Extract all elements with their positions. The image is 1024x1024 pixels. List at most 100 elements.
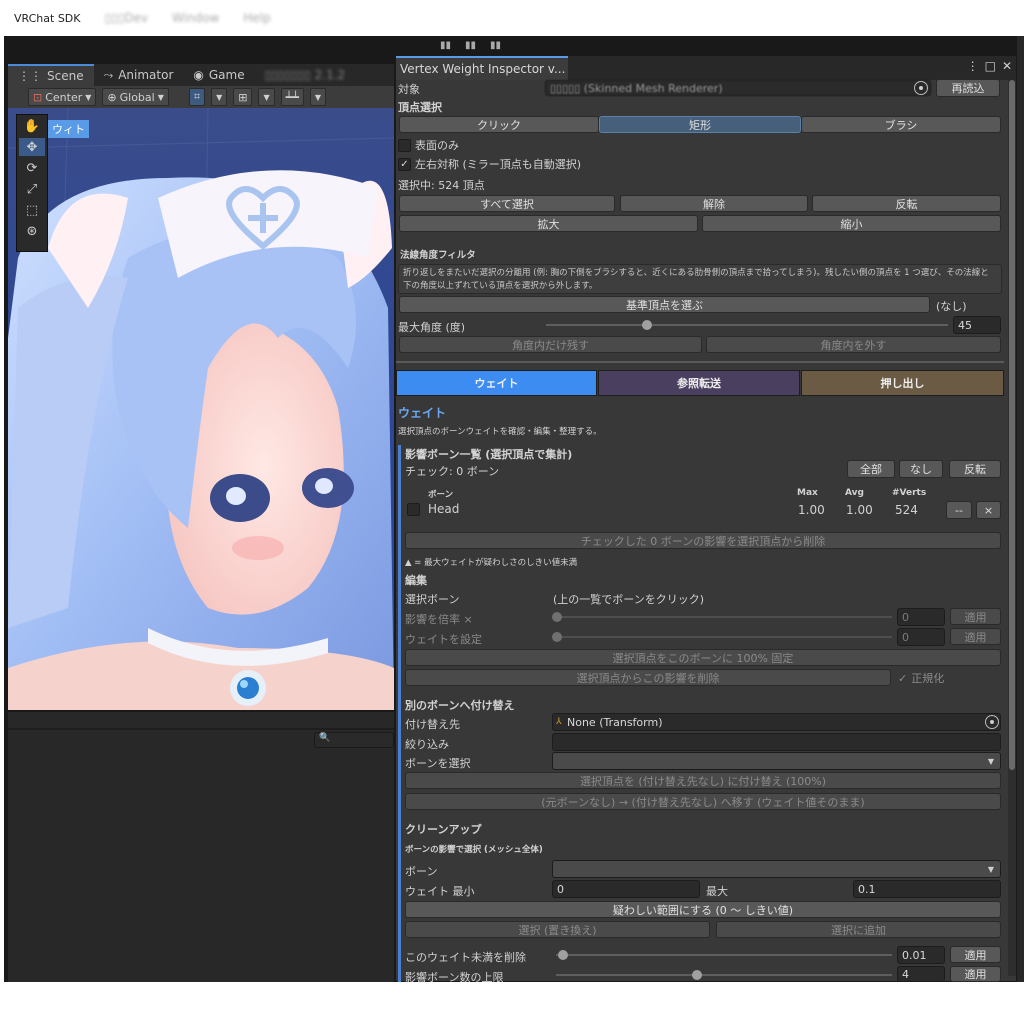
window-tab-icon-3[interactable]: ▮▮ — [490, 40, 501, 51]
tab-game[interactable]: ◉ Game — [183, 64, 254, 86]
rotate-tool-icon[interactable]: ⟳ — [19, 159, 45, 177]
normalize-check-icon[interactable]: ✓ — [898, 672, 907, 685]
weight-min-field[interactable]: 0 — [552, 880, 700, 898]
hierarchy-search-input[interactable]: 🔍 — [314, 732, 394, 748]
pick-reference-vertex-button[interactable]: 基準頂点を選ぶ — [399, 296, 930, 313]
object-picker-icon[interactable] — [914, 81, 928, 95]
grow-button[interactable]: 拡大 — [399, 215, 698, 232]
cleanup-bone-label: ボーン — [405, 865, 438, 878]
tab-reference-transfer[interactable]: 参照転送 — [598, 370, 800, 396]
move-tool-icon[interactable]: ✥ — [19, 138, 45, 156]
check-all-button[interactable]: 全部 — [847, 460, 895, 478]
scale-slider-knob[interactable] — [552, 612, 562, 622]
select-all-button[interactable]: すべて選択 — [399, 195, 615, 212]
set-weight-slider-knob[interactable] — [552, 632, 562, 642]
reassign-target-field[interactable]: ⅄ None (Transform) — [552, 713, 1001, 731]
window-tab-icon-2[interactable]: ▮▮ — [465, 40, 476, 51]
max-angle-field[interactable]: 45 — [953, 316, 1001, 334]
window-tab-icon[interactable]: ▮▮ — [440, 40, 451, 51]
tab-weight[interactable]: ウェイト — [396, 370, 597, 396]
prune-slider-knob[interactable] — [557, 950, 568, 960]
set-weight-apply-button[interactable]: 適用 — [950, 628, 1001, 645]
tab-scene[interactable]: ⋮⋮ Scene — [8, 64, 94, 86]
bone-name[interactable]: Head — [428, 502, 459, 516]
grid-snap-button[interactable]: ⌗ — [188, 88, 206, 106]
shrink-button[interactable]: 縮小 — [702, 215, 1001, 232]
ruler-dropdown[interactable]: ▼ — [309, 88, 327, 106]
tab-extrude[interactable]: 押し出し — [801, 370, 1004, 396]
keep-in-angle-button[interactable]: 角度内だけ残す — [399, 336, 702, 353]
maximize-icon[interactable]: □ — [985, 59, 996, 73]
increment-snap-button[interactable]: ⊞ — [233, 88, 253, 106]
bone-row-remove-button[interactable]: × — [976, 501, 1001, 519]
close-icon[interactable]: ✕ — [1002, 59, 1012, 73]
reassign-button[interactable]: 選択頂点を (付け替え先なし) に付け替え (100%) — [405, 772, 1001, 789]
check-invert-button[interactable]: 反転 — [949, 460, 1001, 478]
max-angle-slider[interactable] — [546, 320, 948, 330]
remove-in-angle-button[interactable]: 角度内を外す — [706, 336, 1001, 353]
remove-influence-button[interactable]: 選択頂点からこの影響を削除 — [405, 669, 891, 686]
menu-item-help[interactable]: Help — [243, 11, 270, 25]
suspicious-range-button[interactable]: 疑わしい範囲にする (0 〜 しきい値) — [405, 901, 1001, 918]
increment-dropdown[interactable]: ▼ — [258, 88, 275, 106]
menu-item-blurred[interactable]: ▯▯▯Dev — [105, 11, 149, 25]
space-dropdown[interactable]: ⊕ Global ▼ — [102, 88, 169, 106]
check-none-button[interactable]: なし — [899, 460, 943, 478]
max-influence-apply-button[interactable]: 適用 — [950, 966, 1001, 982]
scene-overlay-label: ウィト — [48, 120, 89, 138]
tab-animator[interactable]: ⤳ Animator — [94, 64, 184, 86]
max-influence-field[interactable]: 4 — [897, 966, 945, 982]
app-menu[interactable]: VRChat SDK — [14, 12, 81, 25]
set-weight-field[interactable]: 0 — [897, 628, 945, 646]
weight-max-field[interactable]: 0.1 — [853, 880, 1001, 898]
inspector-scroll-thumb[interactable] — [1009, 80, 1015, 770]
prune-field[interactable]: 0.01 — [897, 946, 945, 964]
hand-tool-icon[interactable]: ✋ — [19, 117, 45, 135]
mode-click-button[interactable]: クリック — [399, 116, 599, 133]
menu-item-window[interactable]: Window — [172, 11, 219, 25]
tab-extra[interactable]: ▯▯▯▯▯▯▯ 2.1.2 — [255, 64, 356, 86]
object-picker-icon[interactable] — [985, 715, 999, 729]
prune-slider[interactable] — [556, 950, 892, 960]
move-weights-button[interactable]: (元ボーンなし) → (付け替え先なし) へ移す (ウェイト値そのまま) — [405, 793, 1001, 810]
filter-input[interactable] — [552, 733, 1001, 751]
invert-button[interactable]: 反転 — [812, 195, 1001, 212]
prune-label: このウェイト未満を削除 — [405, 951, 526, 964]
target-field[interactable]: ▯▯▯▯▯ (Skinned Mesh Renderer) — [545, 80, 931, 96]
snap-dropdown[interactable]: ▼ — [211, 88, 228, 106]
reload-button[interactable]: 再読込 — [936, 79, 1000, 97]
scale-slider[interactable] — [552, 612, 892, 622]
chevron-down-icon: ▼ — [263, 92, 270, 102]
prune-apply-button[interactable]: 適用 — [950, 946, 1001, 963]
pivot-dropdown[interactable]: ⊡ Center ▼ — [28, 88, 97, 106]
scale-field[interactable]: 0 — [897, 608, 945, 626]
set-weight-slider[interactable] — [552, 632, 892, 642]
cleanup-bone-dropdown[interactable] — [552, 860, 1001, 878]
bone-select-dropdown[interactable] — [552, 752, 1001, 770]
transform-tool-icon[interactable]: ⊛ — [19, 222, 45, 240]
mirror-toggle[interactable]: ✓ 左右対称 (ミラー頂点も自動選択) — [398, 156, 581, 172]
remove-checked-bones-button[interactable]: チェックした 0 ボーンの影響を選択頂点から削除 — [405, 532, 1001, 549]
surface-only-toggle[interactable]: 表面のみ — [398, 137, 459, 153]
deselect-button[interactable]: 解除 — [620, 195, 808, 212]
mirror-checkbox[interactable]: ✓ — [398, 157, 411, 171]
max-influence-slider[interactable] — [556, 970, 892, 980]
select-add-button[interactable]: 選択に追加 — [716, 921, 1001, 938]
cleanup-header: クリーンアップ — [405, 823, 482, 836]
normalize-toggle[interactable]: ✓ 正規化 — [898, 670, 944, 686]
surface-only-checkbox[interactable] — [398, 138, 411, 152]
scene-viewport[interactable] — [8, 108, 394, 710]
fix-100-button[interactable]: 選択頂点をこのボーンに 100% 固定 — [405, 649, 1001, 666]
ruler-button[interactable]: ┷┷ — [280, 88, 304, 106]
max-angle-slider-knob[interactable] — [641, 320, 652, 330]
mode-rect-button[interactable]: 矩形 — [599, 116, 801, 133]
select-replace-button[interactable]: 選択 (置き換え) — [405, 921, 710, 938]
scale-apply-button[interactable]: 適用 — [950, 608, 1001, 625]
rect-tool-icon[interactable]: ⬚ — [19, 201, 45, 219]
bone-row-checkbox[interactable] — [407, 503, 420, 516]
more-menu-icon[interactable]: ⋮ — [967, 59, 979, 73]
bone-row-select-button[interactable]: -- — [946, 501, 972, 519]
scale-tool-icon[interactable]: ⤢ — [19, 180, 45, 198]
inspector-tab[interactable]: Vertex Weight Inspector v... — [396, 56, 568, 80]
mode-brush-button[interactable]: ブラシ — [801, 116, 1001, 133]
